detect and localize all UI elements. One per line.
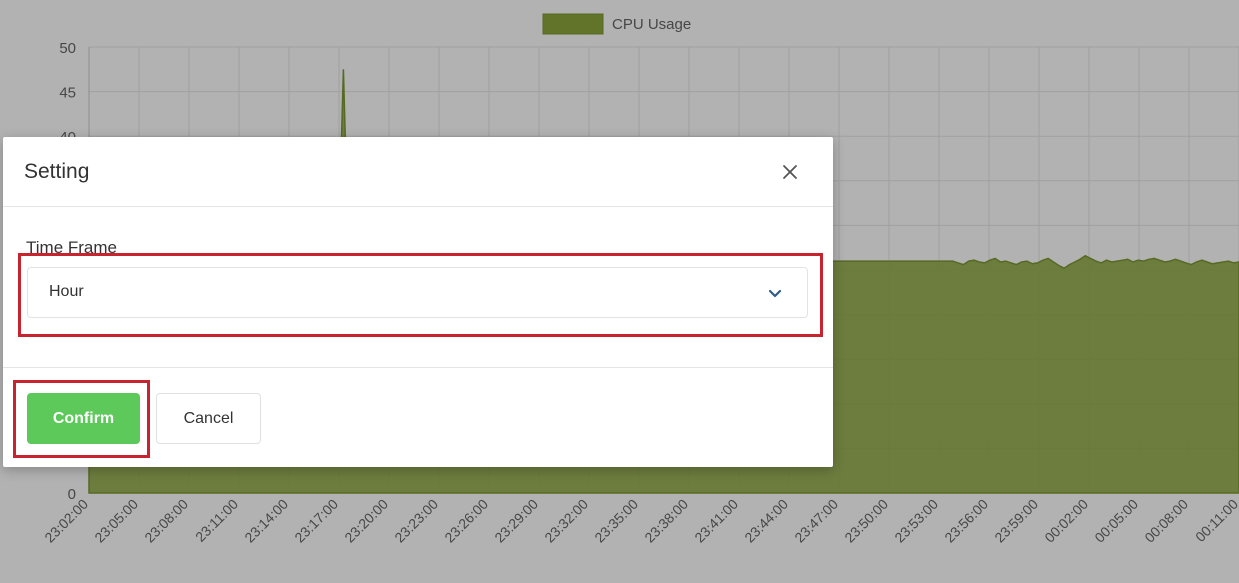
setting-modal: Setting Time Frame Hour Confirm Cancel bbox=[3, 137, 833, 467]
confirm-button[interactable]: Confirm bbox=[27, 393, 140, 444]
time-frame-select[interactable]: Hour bbox=[27, 267, 808, 318]
modal-footer: Confirm Cancel bbox=[3, 367, 833, 467]
time-frame-selected-value: Hour bbox=[49, 283, 84, 300]
close-icon bbox=[783, 165, 797, 179]
modal-title: Setting bbox=[24, 160, 90, 183]
time-frame-label: Time Frame bbox=[26, 238, 117, 257]
modal-body: Time Frame Hour bbox=[3, 208, 833, 367]
chevron-down-icon bbox=[768, 289, 782, 298]
modal-header: Setting bbox=[3, 137, 833, 207]
close-button[interactable] bbox=[777, 159, 803, 185]
cancel-button[interactable]: Cancel bbox=[156, 393, 261, 444]
